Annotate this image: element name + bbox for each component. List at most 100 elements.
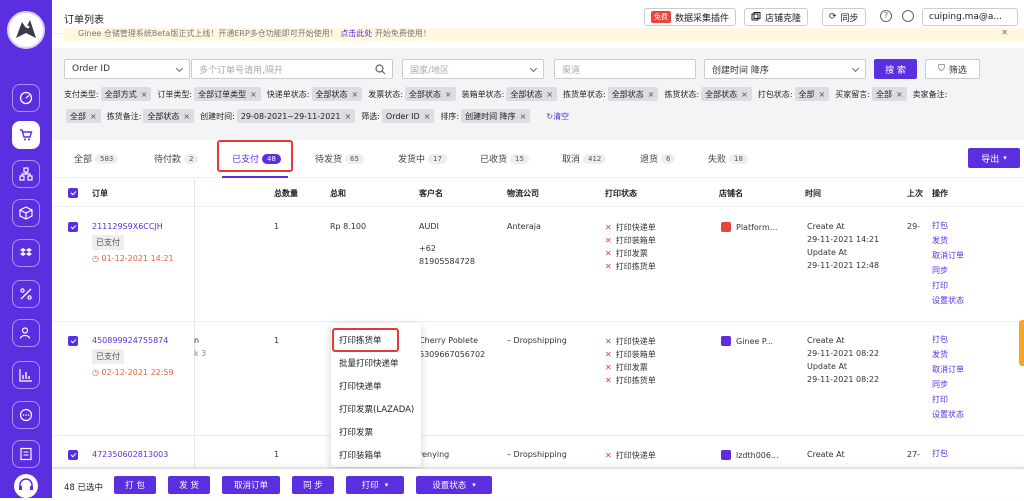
chip-close-icon[interactable]: × (424, 112, 431, 121)
search-icon[interactable] (375, 64, 386, 75)
sync-bulk-button[interactable]: 同 步 (292, 476, 334, 494)
filter-chip[interactable]: 全部 × (66, 109, 101, 123)
set-status-button[interactable]: 设置状态 ▾ (416, 476, 492, 494)
support-icon[interactable] (14, 474, 38, 498)
row-action-link[interactable]: 打印 (932, 278, 948, 293)
filter-chip[interactable]: 全部状态 × (506, 87, 558, 101)
row-action-link[interactable]: 设置状态 (932, 407, 964, 422)
filter-chip[interactable]: 全部订单类型 × (194, 87, 261, 101)
row-action-link[interactable]: 同步 (932, 263, 948, 278)
row-action-link[interactable]: 取消订单 (932, 362, 964, 377)
tab-3[interactable]: 待发货 65 (315, 152, 364, 165)
filter-button[interactable]: ⛉ 筛选 (925, 59, 980, 79)
data-plugin-button[interactable]: 免费 数据采集插件 (644, 8, 737, 26)
print-status-label: 打印装箱单 (615, 236, 656, 245)
tab-7[interactable]: 退货 6 (640, 152, 676, 165)
close-icon[interactable]: ✕ (1001, 28, 1008, 37)
dropbox-icon[interactable] (12, 239, 40, 267)
notice-link[interactable]: 点击此处 (340, 29, 372, 38)
user-menu[interactable]: cuiping.ma@a... (922, 8, 1018, 26)
users-icon[interactable] (12, 319, 40, 347)
pack-button[interactable]: 打 包 (114, 476, 156, 494)
side-handle[interactable] (1019, 320, 1024, 366)
row-action-link[interactable]: 打印 (932, 392, 948, 407)
row-action-link[interactable]: 打包 (932, 446, 948, 461)
sync-button[interactable]: ⟳ 同步 (822, 8, 866, 26)
search-input[interactable]: 多个订单号请用,隔开 (191, 59, 393, 79)
order-id-link[interactable]: 450899924755874 (92, 336, 168, 345)
order-id-link[interactable]: 211129S9X6CCJH (92, 222, 163, 231)
row-checkbox[interactable] (68, 450, 78, 460)
filter-chip[interactable]: 全部状态 × (404, 87, 456, 101)
filter-chip[interactable]: 全部 × (794, 87, 830, 101)
filter-label: 快递单状态: (266, 89, 310, 99)
country-select[interactable]: 国家/地区 (402, 59, 544, 79)
print-button[interactable]: 打印 ▾ (346, 476, 404, 494)
search-button[interactable]: 搜 索 (874, 59, 917, 79)
cancel-order-button[interactable]: 取消订单 (222, 476, 280, 494)
chip-close-icon[interactable]: × (445, 90, 452, 99)
chip-close-icon[interactable]: × (345, 112, 352, 121)
export-button[interactable]: 导出 ▾ (968, 148, 1020, 168)
chip-close-icon[interactable]: × (741, 90, 748, 99)
row-action-link[interactable]: 打包 (932, 218, 948, 233)
filter-chip[interactable]: 全部方式 × (100, 87, 152, 101)
chip-close-icon[interactable]: × (896, 90, 903, 99)
help-icon[interactable]: ? (880, 10, 892, 22)
chip-close-icon[interactable]: × (352, 90, 359, 99)
chart-icon[interactable] (12, 361, 40, 389)
row-action-link[interactable]: 打包 (932, 332, 948, 347)
percent-icon[interactable] (12, 280, 40, 308)
tab-1[interactable]: 待付款 2 (154, 152, 199, 165)
network-icon[interactable] (12, 160, 40, 188)
chat-icon[interactable] (12, 401, 40, 429)
document-icon[interactable] (12, 440, 40, 468)
shop-clone-button[interactable]: 店铺克隆 (744, 8, 809, 26)
print-menu-item[interactable]: 打印发票(LAZADA) (339, 403, 414, 415)
row-action-link[interactable]: 设置状态 (932, 293, 964, 308)
filter-chip[interactable]: Order ID × (381, 109, 435, 123)
row-checkbox[interactable] (68, 222, 78, 232)
print-menu-item[interactable]: 打印装箱单 (339, 449, 382, 461)
filter-chip[interactable]: 全部状态 × (311, 87, 363, 101)
print-menu-item[interactable]: 打印发票 (339, 426, 373, 438)
chip-close-icon[interactable]: × (250, 90, 257, 99)
print-menu-item[interactable]: 打印快递单 (339, 380, 382, 392)
sort-select[interactable]: 创建时间 降序 (704, 59, 866, 79)
ship-button[interactable]: 发 货 (168, 476, 210, 494)
chip-close-icon[interactable]: × (141, 90, 148, 99)
filter-chip[interactable]: 全部状态 × (701, 87, 752, 101)
filter-chip[interactable]: 全部状态 × (143, 109, 195, 123)
chip-close-icon[interactable]: × (546, 90, 553, 99)
dashboard-icon[interactable] (12, 84, 40, 112)
select-all-checkbox[interactable] (68, 188, 78, 198)
globe-icon[interactable] (902, 10, 914, 22)
chip-close-icon[interactable]: × (183, 112, 190, 121)
ginee-logo[interactable] (7, 11, 45, 49)
tab-5[interactable]: 已收货 15 (480, 152, 529, 165)
chip-close-icon[interactable]: × (819, 90, 826, 99)
tab-8[interactable]: 失败 18 (708, 152, 748, 165)
filter-chip[interactable]: 创建时间 降序 × (461, 109, 531, 123)
chip-close-icon[interactable]: × (90, 112, 97, 121)
chip-close-icon[interactable]: × (520, 112, 527, 121)
filter-chip[interactable]: 全部 × (871, 87, 907, 101)
chip-close-icon[interactable]: × (648, 90, 655, 99)
box-icon[interactable] (12, 199, 40, 227)
row-checkbox[interactable] (68, 336, 78, 346)
row-action-link[interactable]: 发货 (932, 347, 948, 362)
print-menu-item[interactable]: 批量打印快递单 (339, 357, 399, 369)
clear-filters-link[interactable]: ↻清空 (546, 111, 569, 122)
tab-0[interactable]: 全部 583 (74, 152, 119, 165)
row-action-link[interactable]: 取消订单 (932, 248, 964, 263)
order-id-link[interactable]: 472350602813003 (92, 450, 168, 459)
tab-6[interactable]: 取消 412 (562, 152, 607, 165)
filter-chip[interactable]: 全部状态 × (607, 87, 659, 101)
cart-icon[interactable] (12, 121, 40, 149)
row-action-link[interactable]: 同步 (932, 377, 948, 392)
channel-select[interactable]: 渠道 (554, 59, 696, 79)
filter-chip[interactable]: 29-08-2021~29-11-2021 × (236, 109, 356, 123)
order-field-select[interactable]: Order ID (64, 59, 190, 79)
tab-4[interactable]: 发货中 17 (398, 152, 447, 165)
row-action-link[interactable]: 发货 (932, 233, 948, 248)
